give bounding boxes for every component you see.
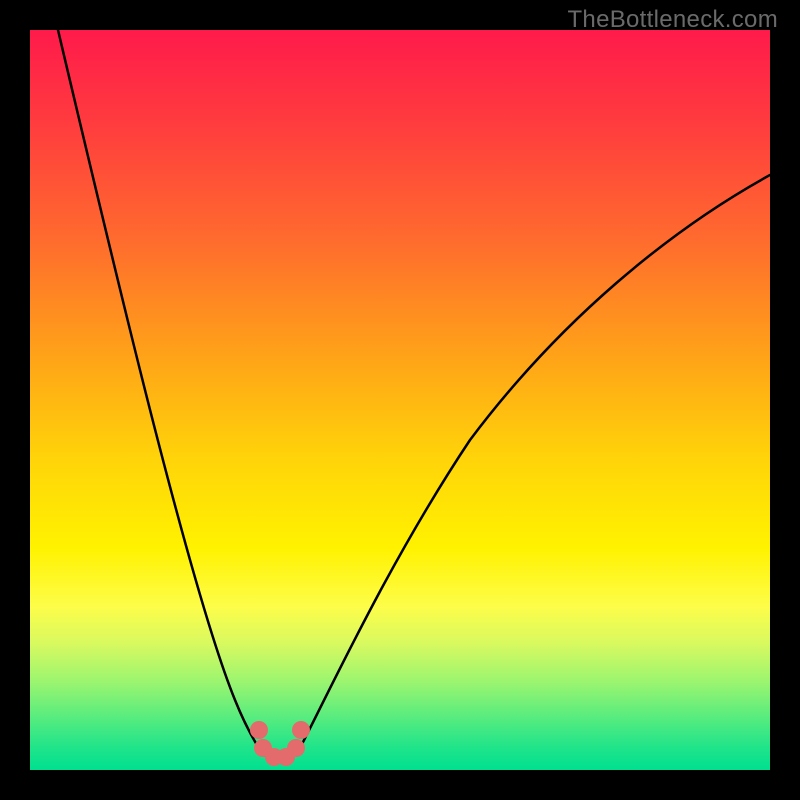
right-curve-path xyxy=(300,175,770,748)
chart-svg xyxy=(30,30,770,770)
trough-marker xyxy=(287,739,305,757)
trough-marker xyxy=(292,721,310,739)
left-curve-path xyxy=(58,30,260,750)
trough-marker xyxy=(250,721,268,739)
chart-frame xyxy=(30,30,770,770)
watermark-text: TheBottleneck.com xyxy=(567,6,778,34)
